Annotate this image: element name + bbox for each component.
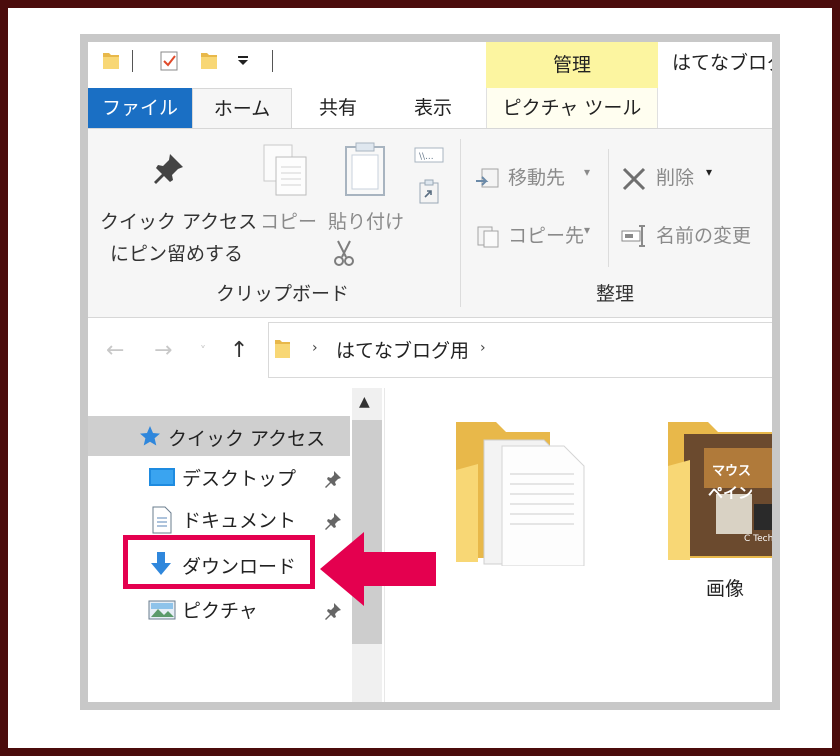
rename-button[interactable]: 名前の変更 [656, 221, 751, 248]
pictures-icon [148, 600, 176, 620]
folder-icon[interactable] [450, 414, 590, 566]
copy-to-dropdown-icon[interactable]: ▾ [584, 223, 590, 237]
copy-path-icon[interactable]: \\... [414, 147, 444, 163]
folder-icon [275, 340, 290, 358]
thumbnail-text: マウス [712, 464, 752, 479]
toolbar-separator [132, 50, 133, 72]
pin-quick-access-button[interactable]: クイック アクセス [100, 207, 257, 234]
tab-picture-tools[interactable]: ピクチャ ツール [486, 88, 658, 128]
copy-icon[interactable] [260, 143, 310, 199]
new-folder-icon[interactable] [198, 50, 220, 72]
pin-icon[interactable] [324, 470, 342, 488]
delete-button[interactable]: 削除 [656, 163, 694, 190]
paste-button[interactable]: 貼り付け [328, 207, 404, 234]
nav-item-documents[interactable]: ドキュメント [182, 506, 296, 533]
breadcrumb-chevron-icon[interactable]: › [480, 340, 486, 356]
folder-icon[interactable] [100, 50, 122, 72]
group-separator [774, 139, 775, 307]
customize-toolbar-icon[interactable] [236, 56, 250, 66]
tab-home[interactable]: ホーム [192, 88, 292, 130]
nav-item-pictures[interactable]: ピクチャ [182, 596, 258, 623]
ribbon: クイック アクセス にピン留めする コピー 貼り付け \\... クリップボード [88, 128, 775, 318]
clipboard-group-label: クリップボード [216, 283, 350, 305]
highlight-box [123, 535, 315, 589]
copy-to-button[interactable]: コピー先 [508, 221, 584, 248]
back-icon[interactable]: ← [106, 338, 124, 363]
move-to-dropdown-icon[interactable]: ▾ [584, 165, 590, 179]
tab-share[interactable]: 共有 [298, 88, 378, 128]
delete-icon[interactable] [620, 165, 648, 193]
cut-icon[interactable] [332, 239, 356, 267]
move-to-button[interactable]: 移動先 [508, 163, 565, 190]
recent-locations-icon[interactable]: ˅ [200, 344, 206, 358]
forward-icon[interactable]: → [154, 338, 172, 363]
up-icon[interactable]: ↑ [230, 338, 248, 363]
nav-item-desktop[interactable]: デスクトップ [182, 464, 296, 491]
svg-text:\\...: \\... [419, 152, 434, 162]
tab-file[interactable]: ファイル [88, 88, 192, 128]
pin-icon[interactable] [152, 151, 186, 185]
thumbnail-text: ペイン [708, 484, 754, 502]
paste-shortcut-icon[interactable] [418, 179, 440, 205]
group-separator [608, 149, 609, 267]
scroll-up-icon[interactable]: ▲ [359, 394, 370, 410]
group-separator [460, 139, 461, 307]
quick-access-label[interactable]: クイック アクセス [168, 424, 325, 451]
move-to-icon[interactable] [474, 167, 500, 191]
red-arrow-annotation [320, 532, 436, 606]
organize-group-label: 整理 [596, 283, 635, 305]
breadcrumb-chevron-icon[interactable]: › [312, 340, 318, 356]
paste-icon[interactable] [342, 141, 388, 199]
pin-icon[interactable] [324, 512, 342, 530]
properties-icon[interactable] [158, 50, 180, 72]
copy-button[interactable]: コピー [260, 207, 317, 234]
documents-icon [152, 506, 172, 534]
folder-label-images[interactable]: 画像 [706, 574, 744, 601]
thumbnail-text: C Tech [744, 534, 774, 544]
delete-dropdown-icon[interactable]: ▾ [706, 165, 712, 179]
rename-icon[interactable] [620, 223, 650, 249]
star-icon [140, 426, 160, 446]
desktop-icon [149, 468, 175, 486]
copy-to-icon[interactable] [474, 225, 500, 249]
tab-view[interactable]: 表示 [388, 88, 478, 128]
pin-quick-access-button-line2[interactable]: にピン留めする [110, 239, 243, 266]
window-title: はてなブログ [672, 52, 780, 74]
explorer-window: 管理 はてなブログ ファイル ホーム 共有 表示 ピクチャ ツール クイック ア… [80, 34, 780, 710]
toolbar-separator [272, 50, 273, 72]
manage-tab[interactable]: 管理 [486, 50, 658, 77]
breadcrumb-folder[interactable]: はてなブログ用 [336, 336, 469, 363]
